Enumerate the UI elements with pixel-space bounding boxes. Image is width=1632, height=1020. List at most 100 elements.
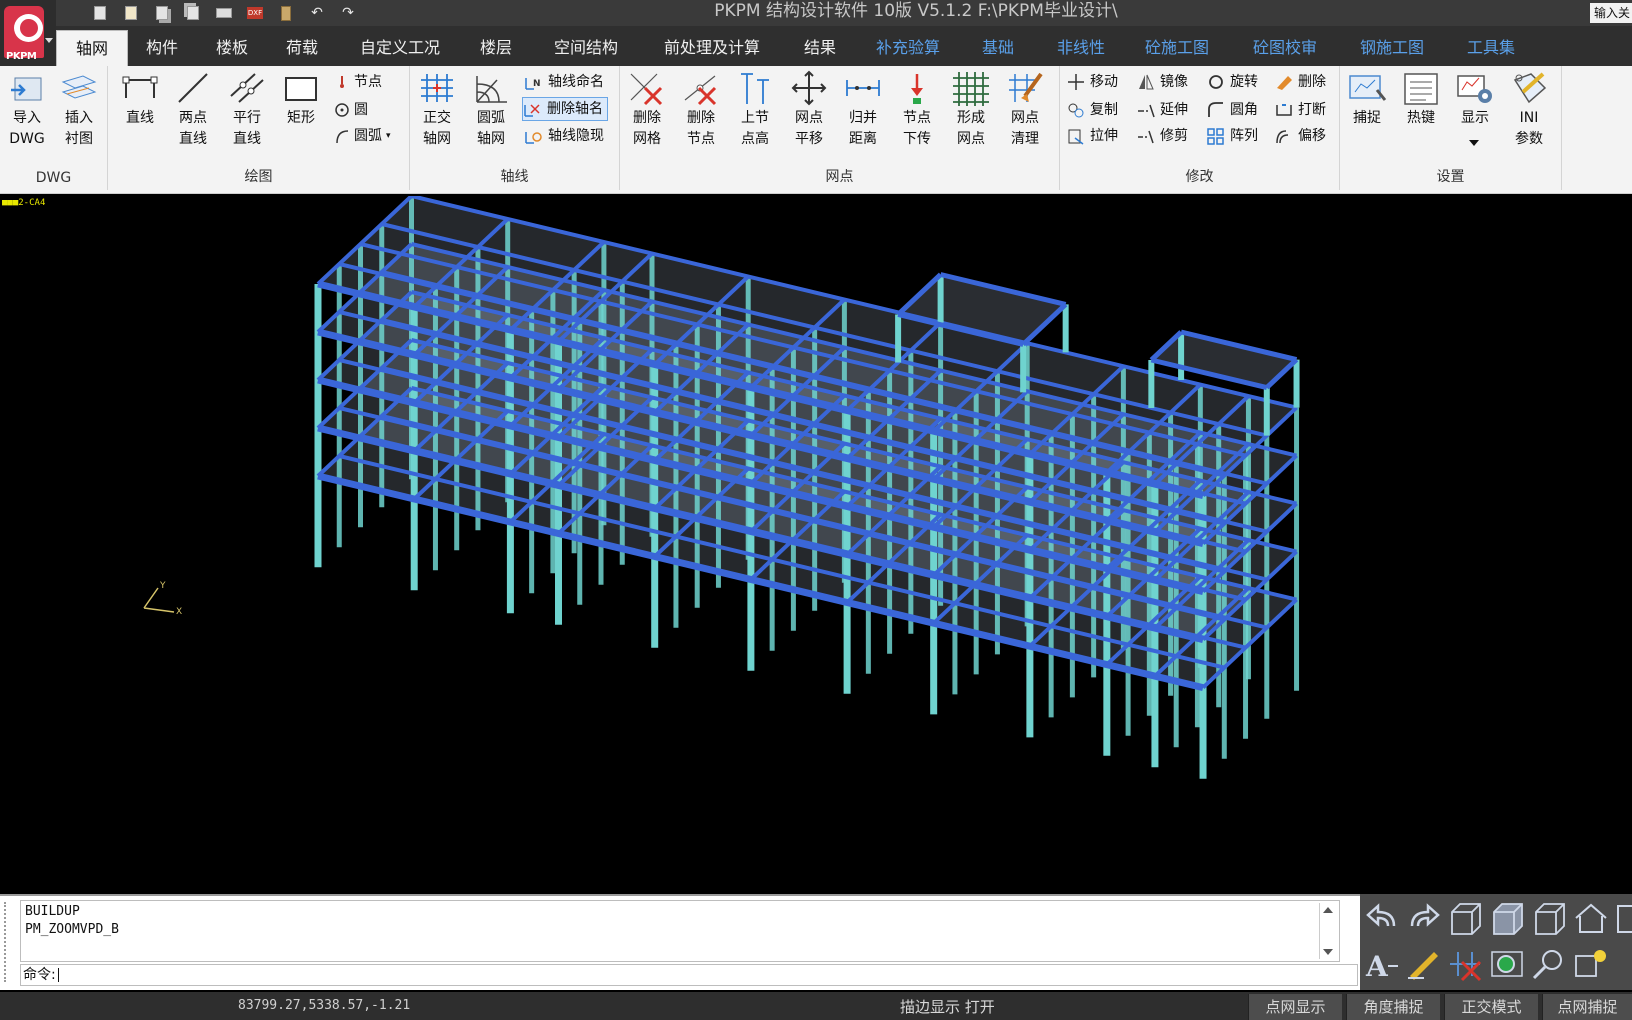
circle-icon [335,103,349,117]
rotate-button[interactable]: 旋转 [1206,70,1258,94]
hide-axis-button[interactable]: 轴线隐现 [524,124,604,148]
name-axis-button[interactable]: N 轴线命名 [524,70,604,94]
layer-lightbulb-icon[interactable] [1572,944,1610,982]
extend-button[interactable]: 延伸 [1136,98,1188,122]
panel-grip-handle[interactable] [4,902,12,982]
parallel-line-button[interactable]: 平行 直线 [220,70,274,150]
ini-parameters-button[interactable]: INI 参数 [1502,70,1556,150]
offset-button[interactable]: 偏移 [1274,124,1326,148]
delete-button[interactable]: 删除 [1274,70,1326,94]
display-button[interactable]: 显示 [1448,70,1502,129]
hidden-line-cube-icon[interactable] [1530,900,1568,938]
tab-components[interactable]: 构件 [134,30,190,66]
pkpm-logo-menu-button[interactable]: PKPM [0,0,56,66]
delete-node-button[interactable]: 删除 节点 [674,70,728,150]
trim-button[interactable]: 修剪 [1136,124,1188,148]
hotkey-button[interactable]: 热键 [1394,70,1448,129]
structural-model-3d[interactable] [0,196,1632,884]
save-icon[interactable] [88,3,112,23]
arc-button[interactable]: 圆弧 ▾ [334,124,391,148]
tab-foundation[interactable]: 基础 [970,30,1026,66]
tab-concrete-drawings[interactable]: 砼施工图 [1134,30,1220,66]
fillet-icon [1208,102,1223,117]
tab-steel-drawings[interactable]: 钢施工图 [1350,30,1434,66]
zoom-window-icon[interactable] [1530,944,1568,982]
tab-concrete-review[interactable]: 砼图校审 [1242,30,1328,66]
two-point-line-button[interactable]: 两点 直线 [166,70,220,150]
snap-button[interactable]: 捕捉 [1340,70,1394,129]
form-node-button[interactable]: 形成 网点 [944,70,998,150]
redo-view-icon[interactable] [1404,900,1442,938]
command-input[interactable]: 命令: [20,964,1358,986]
circle-button[interactable]: 圆 [334,98,368,122]
book-icon[interactable] [274,3,298,23]
grid-display-toggle[interactable]: 点网显示 [1248,994,1342,1020]
tab-supplementary-check[interactable]: 补充验算 [866,30,950,66]
node-move-button[interactable]: 网点 平移 [782,70,836,150]
tab-axis-grid[interactable]: 轴网 [56,30,128,66]
pencil-icon[interactable] [1404,944,1442,982]
grid-snap-toggle[interactable]: 点网捕捉 [1542,994,1632,1020]
insert-underlay-button[interactable]: 插入 衬图 [52,70,106,150]
node-button[interactable]: 节点 [334,70,382,94]
print-icon[interactable] [212,3,236,23]
merge-distance-button[interactable]: 归并 距离 [836,70,890,150]
delete-component-icon[interactable] [1446,944,1484,982]
rectangle-button[interactable]: 矩形 [274,70,328,129]
tab-spatial-structure[interactable]: 空间结构 [544,30,628,66]
extend-icon [1138,104,1155,118]
tab-floors[interactable]: 楼层 [468,30,524,66]
mirror-button[interactable]: 镜像 [1136,70,1188,94]
tab-custom-cases[interactable]: 自定义工况 [350,30,450,66]
scroll-up-icon[interactable] [1323,907,1333,913]
tab-slabs[interactable]: 楼板 [204,30,260,66]
upper-node-height-button[interactable]: 上节 点高 [728,70,782,150]
save-all-icon[interactable] [150,3,174,23]
chevron-down-icon[interactable]: ▾ [386,124,391,148]
fillet-button[interactable]: 圆角 [1206,98,1258,122]
tab-preprocess-calc[interactable]: 前处理及计算 [652,30,772,66]
command-search-input[interactable]: 输入关 [1590,3,1632,23]
zoom-extents-icon[interactable] [1488,944,1526,982]
break-button[interactable]: 打断 [1274,98,1326,122]
arc-grid-button[interactable]: 圆弧 轴网 [464,70,518,150]
wireframe-cube-icon[interactable] [1446,900,1484,938]
tab-loads[interactable]: 荷载 [274,30,330,66]
home-view-icon[interactable] [1572,900,1610,938]
display-dropdown-chevron-icon[interactable] [1469,140,1479,146]
array-button[interactable]: 阵列 [1206,124,1258,148]
copy-icon[interactable] [181,3,205,23]
tab-toolset[interactable]: 工具集 [1456,30,1526,66]
delete-axis-name-button[interactable]: 删除轴名 [522,97,608,121]
redo-icon[interactable]: ↷ [336,3,360,23]
display-settings-icon [1457,75,1492,103]
dxf-export-icon[interactable]: DXF [243,3,267,23]
angle-snap-toggle[interactable]: 角度捕捉 [1346,994,1440,1020]
arc-grid-label-1: 圆弧 [477,110,505,126]
break-label: 打断 [1298,102,1326,118]
clean-node-label-2: 清理 [1011,131,1039,147]
clean-node-button[interactable]: 网点 清理 [998,70,1052,150]
line-button[interactable]: 直线 [113,70,167,129]
axis-group-label: 轴线 [500,169,529,185]
orthogonal-grid-button[interactable]: 正交 轴网 [410,70,464,150]
copy-button[interactable]: 复制 [1066,98,1118,122]
stretch-button[interactable]: 拉伸 [1066,124,1118,148]
history-scrollbar[interactable] [1319,903,1335,959]
tab-nonlinear[interactable]: 非线性 [1046,30,1116,66]
tab-results[interactable]: 结果 [792,30,848,66]
ortho-mode-toggle[interactable]: 正交模式 [1444,994,1538,1020]
view-cube-icon[interactable] [1612,900,1632,938]
text-style-icon[interactable]: A [1364,944,1402,982]
scroll-down-icon[interactable] [1323,949,1333,955]
model-viewport[interactable]: ■■■2-CA4 Y X [0,196,1632,884]
save-as-icon[interactable] [119,3,143,23]
shaded-cube-icon[interactable] [1488,900,1526,938]
node-pass-down-button[interactable]: 节点 下传 [890,70,944,150]
rectangle-icon [285,77,317,101]
delete-grid-button[interactable]: 删除 网格 [620,70,674,150]
undo-icon[interactable]: ↶ [305,3,329,23]
undo-view-icon[interactable] [1364,900,1402,938]
move-button[interactable]: 移动 [1066,70,1118,94]
import-dwg-button[interactable]: 导入 DWG [0,70,54,150]
